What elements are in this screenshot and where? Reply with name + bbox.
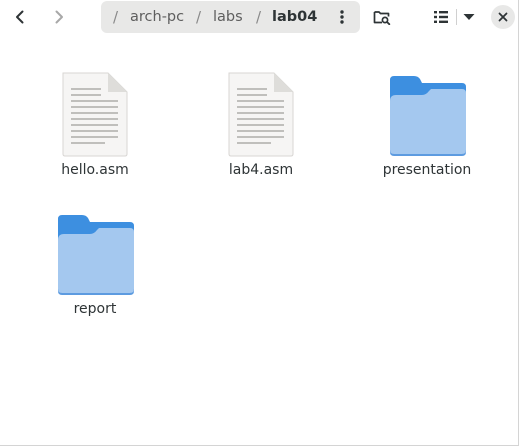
file-manager-window: / arch-pc / labs / lab04 hello.asm lab4.… bbox=[0, 0, 519, 446]
path-separator: / bbox=[256, 8, 262, 26]
file-name: lab4.asm bbox=[228, 162, 294, 178]
folder-icon bbox=[390, 76, 466, 156]
path-menu-button[interactable] bbox=[327, 1, 357, 33]
list-view-icon bbox=[434, 11, 448, 23]
folder-item-presentation[interactable]: presentation bbox=[367, 58, 487, 188]
triangle-down-icon bbox=[463, 14, 475, 20]
header-bar: / arch-pc / labs / lab04 bbox=[0, 0, 518, 34]
path-segment-lab04[interactable]: lab04 bbox=[272, 1, 317, 33]
view-options-button[interactable] bbox=[457, 1, 481, 33]
path-segment-labs[interactable]: labs bbox=[213, 1, 243, 33]
folder-thumb bbox=[35, 197, 155, 297]
path-separator: / bbox=[196, 8, 202, 26]
icon-view: hello.asm lab4.asm presentation report bbox=[0, 34, 518, 445]
close-icon bbox=[498, 12, 508, 22]
file-name: hello.asm bbox=[61, 162, 129, 178]
close-button[interactable] bbox=[491, 5, 515, 29]
path-segment-arch-pc[interactable]: arch-pc bbox=[130, 1, 184, 33]
file-thumb bbox=[201, 58, 321, 158]
path-separator: / bbox=[113, 8, 119, 26]
vertical-dots-icon bbox=[340, 10, 344, 24]
file-thumb bbox=[35, 58, 155, 158]
search-button[interactable] bbox=[366, 1, 398, 33]
folder-thumb bbox=[367, 58, 487, 158]
text-file-icon bbox=[228, 72, 294, 157]
file-name: presentation bbox=[382, 162, 472, 178]
folder-search-icon bbox=[373, 11, 391, 25]
file-name: report bbox=[73, 301, 117, 317]
text-file-icon bbox=[62, 72, 128, 157]
back-button[interactable] bbox=[4, 1, 36, 33]
file-item-hello-asm[interactable]: hello.asm bbox=[35, 58, 155, 188]
view-mode-button[interactable] bbox=[426, 1, 456, 33]
file-item-lab4-asm[interactable]: lab4.asm bbox=[201, 58, 321, 188]
forward-button[interactable] bbox=[43, 1, 75, 33]
chevron-right-icon bbox=[55, 10, 63, 24]
folder-icon bbox=[58, 215, 134, 295]
chevron-left-icon bbox=[16, 10, 24, 24]
path-bar: / arch-pc / labs / lab04 bbox=[101, 1, 360, 33]
folder-item-report[interactable]: report bbox=[35, 197, 155, 327]
